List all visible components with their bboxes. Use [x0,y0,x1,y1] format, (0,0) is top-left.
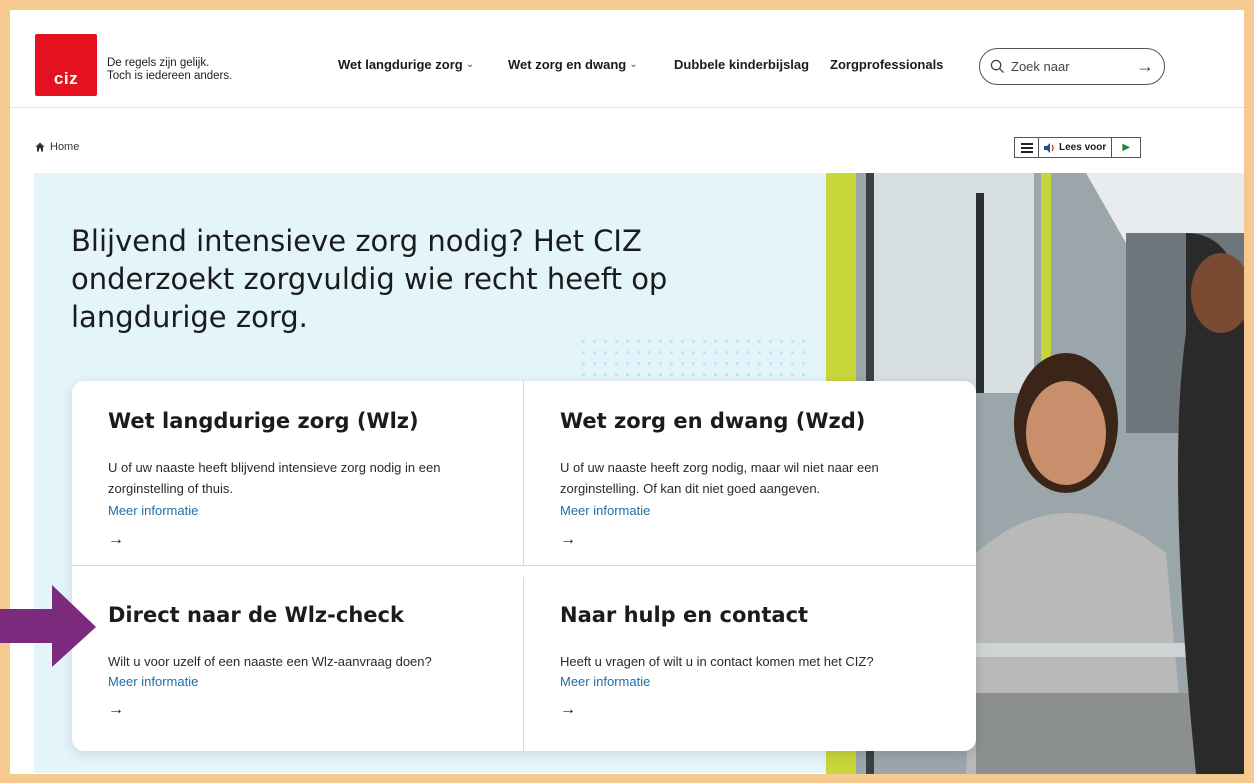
breadcrumb: Home [35,141,79,153]
card-title: Wet langdurige zorg (Wlz) [108,409,419,433]
lees-voor-label: Lees voor [1059,142,1107,153]
home-icon [35,142,45,152]
card-wlz-check[interactable]: Direct naar de Wlz-check Wilt u voor uze… [72,577,524,751]
search-input[interactable] [1011,59,1121,74]
card-hulp-en-contact[interactable]: Naar hulp en contact Heeft u vragen of w… [524,577,976,751]
tagline: De regels zijn gelijk. Toch is iedereen … [107,57,232,83]
meer-informatie-link[interactable]: Meer informatie [560,674,650,689]
play-icon[interactable]: ▶ [1112,138,1140,157]
meer-informatie-link[interactable]: Meer informatie [560,503,650,518]
chevron-down-icon: ⌄ [465,59,475,70]
arrow-right-icon[interactable]: → [560,531,576,549]
card-description: Wilt u voor uzelf of een naaste een Wlz-… [108,654,432,669]
nav-zorgprofessionals[interactable]: Zorgprofessionals [830,57,943,72]
speaker-icon [1044,142,1054,153]
menu-icon[interactable] [1015,138,1039,157]
nav-label: Wet zorg en dwang [508,57,627,72]
card-wzd[interactable]: Wet zorg en dwang (Wzd) U of uw naaste h… [524,381,976,566]
arrow-right-icon[interactable]: → [108,531,124,549]
chevron-down-icon: ⌄ [629,59,638,70]
arrow-right-icon[interactable]: → [560,701,576,719]
meer-informatie-link[interactable]: Meer informatie [108,674,198,689]
ciz-logo[interactable]: ciz [35,34,97,96]
card-title: Direct naar de Wlz-check [108,603,404,627]
logo-text: ciz [53,69,79,88]
search-box[interactable]: → [979,48,1165,85]
card-wlz[interactable]: Wet langdurige zorg (Wlz) U of uw naaste… [72,381,524,566]
nav-wet-langdurige-zorg[interactable]: Wet langdurige zorg ⌄ [338,57,474,72]
lees-voor-button[interactable]: Lees voor [1039,138,1113,157]
nav-wet-zorg-en-dwang[interactable]: Wet zorg en dwang ⌄ [508,57,638,72]
dot-pattern-decoration [578,336,808,376]
browser-page: ciz De regels zijn gelijk. Toch is ieder… [10,10,1244,774]
breadcrumb-home[interactable]: Home [50,141,79,153]
hero-title: Blijvend intensieve zorg nodig? Het CIZ … [71,224,668,334]
nav-dubbele-kinderbijslag[interactable]: Dubbele kinderbijslag [674,57,809,72]
nav-label: Wet langdurige zorg [338,57,463,72]
nav-label: Dubbele kinderbijslag [674,57,810,72]
nav-label: Zorgprofessionals [830,57,944,72]
card-description: Heeft u vragen of wilt u in contact kome… [560,654,874,669]
search-icon [990,59,1005,74]
readspeaker-bar: Lees voor ▶ [1014,137,1142,158]
meer-informatie-link[interactable]: Meer informatie [108,503,198,518]
tagline-line-1: De regels zijn gelijk. [107,57,210,69]
arrow-right-icon[interactable]: → [108,701,124,719]
card-title: Naar hulp en contact [560,603,809,627]
site-header: ciz De regels zijn gelijk. Toch is ieder… [10,10,1244,108]
card-title: Wet zorg en dwang (Wzd) [560,409,866,433]
topic-cards: Wet langdurige zorg (Wlz) U of uw naaste… [72,381,976,751]
arrow-right-icon[interactable]: → [1136,56,1154,77]
card-description: U of uw naaste heeft zorg nodig, maar wi… [560,460,879,496]
card-description: U of uw naaste heeft blijvend intensieve… [108,460,441,496]
tagline-line-2: Toch is iedereen anders. [107,70,233,82]
annotation-arrow-icon [0,585,96,667]
